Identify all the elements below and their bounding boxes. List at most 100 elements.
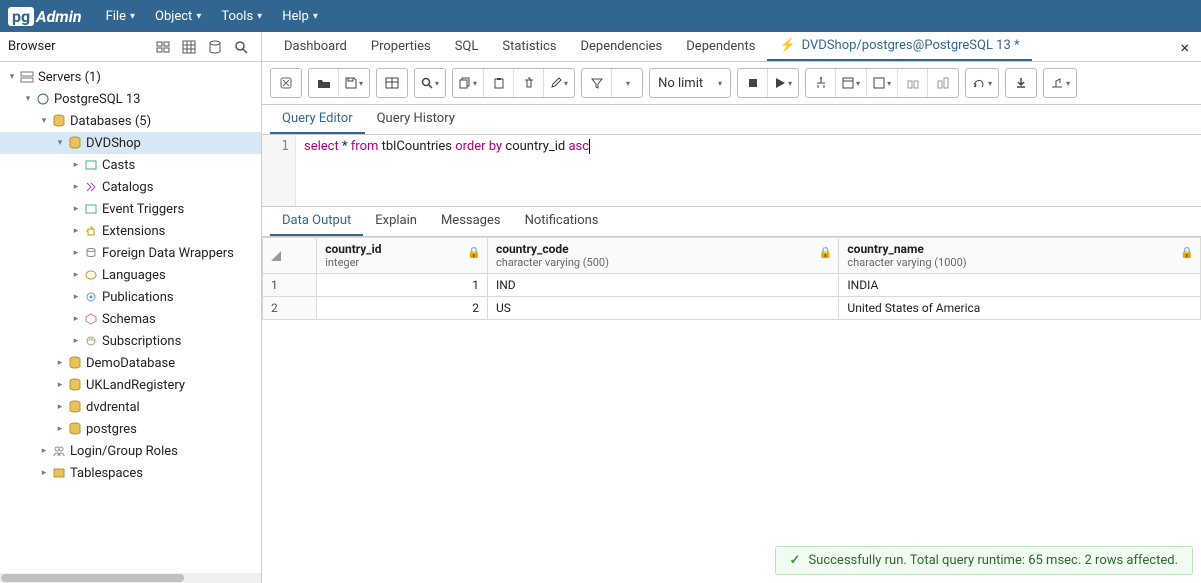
main-tabs: Dashboard Properties SQL Statistics Depe… xyxy=(262,32,1201,62)
tab-dashboard[interactable]: Dashboard xyxy=(272,32,359,61)
database-icon xyxy=(66,356,84,370)
tab-close[interactable]: × xyxy=(1168,32,1201,61)
btn-open[interactable] xyxy=(309,69,339,97)
main-panel: Dashboard Properties SQL Statistics Depe… xyxy=(262,32,1201,583)
tree-publications[interactable]: ▸Publications xyxy=(0,286,261,308)
browser-tool-search[interactable] xyxy=(229,36,253,58)
tree-loginroles[interactable]: ▸Login/Group Roles xyxy=(0,440,261,462)
btn-find[interactable] xyxy=(415,69,445,97)
tab-query-editor[interactable]: Query Editor xyxy=(270,105,365,134)
database-icon xyxy=(66,136,84,150)
check-icon: ✓ xyxy=(790,553,801,568)
tree-subscriptions[interactable]: ▸Subscriptions xyxy=(0,330,261,352)
roles-icon xyxy=(50,445,68,457)
menu-tools[interactable]: Tools xyxy=(221,9,262,24)
tab-data-output[interactable]: Data Output xyxy=(270,207,363,236)
tree-servers[interactable]: ▾Servers (1) xyxy=(0,66,261,88)
btn-explain[interactable] xyxy=(806,69,836,97)
btn-delete[interactable] xyxy=(514,69,544,97)
menu-help[interactable]: Help xyxy=(282,9,318,24)
tab-query-history[interactable]: Query History xyxy=(365,105,467,134)
sidebar-scrollbar[interactable] xyxy=(0,573,261,583)
col-header-country-name[interactable]: country_namecharacter varying (1000)🔒 xyxy=(839,238,1201,274)
lock-icon: 🔒 xyxy=(819,246,833,259)
btn-clear[interactable] xyxy=(1044,69,1076,97)
tree-catalogs[interactable]: ▸Catalogs xyxy=(0,176,261,198)
btn-filter[interactable] xyxy=(582,69,612,97)
btn-cancel[interactable] xyxy=(271,69,301,97)
tree-casts[interactable]: ▸Casts xyxy=(0,154,261,176)
editor-code[interactable]: select * from tblCountries order by coun… xyxy=(296,135,1201,206)
tab-properties[interactable]: Properties xyxy=(359,32,443,61)
btn-download[interactable] xyxy=(1006,69,1036,97)
btn-rollback[interactable] xyxy=(898,69,928,97)
sql-editor[interactable]: 1 select * from tblCountries order by co… xyxy=(262,135,1201,207)
tree-fdw[interactable]: ▸Foreign Data Wrappers xyxy=(0,242,261,264)
elephant-icon xyxy=(34,92,52,106)
catalogs-icon xyxy=(82,181,100,193)
event-triggers-icon xyxy=(82,203,100,215)
tablespaces-icon xyxy=(50,467,68,479)
database-icon xyxy=(66,422,84,436)
tree-extensions[interactable]: ▸Extensions xyxy=(0,220,261,242)
browser-tool-db[interactable] xyxy=(203,36,227,58)
tree-databases[interactable]: ▾Databases (5) xyxy=(0,110,261,132)
table-row[interactable]: 1 1 IND INDIA xyxy=(263,274,1201,297)
tree-dvdrental[interactable]: ▸dvdrental xyxy=(0,396,261,418)
status-text: Successfully run. Total query runtime: 6… xyxy=(808,553,1178,568)
btn-stop[interactable] xyxy=(738,69,768,97)
menu-object[interactable]: Object xyxy=(155,9,201,24)
servers-icon xyxy=(18,71,36,83)
subscriptions-icon xyxy=(82,335,100,347)
tree-postgres[interactable]: ▸postgres xyxy=(0,418,261,440)
btn-filter-opts[interactable] xyxy=(612,69,642,97)
casts-icon xyxy=(82,159,100,171)
btn-execute[interactable] xyxy=(768,69,798,97)
database-icon xyxy=(66,400,84,414)
tree-eventtriggers[interactable]: ▸Event Triggers xyxy=(0,198,261,220)
btn-save[interactable] xyxy=(339,69,369,97)
btn-commit[interactable] xyxy=(867,69,898,97)
output-tabs: Data Output Explain Messages Notificatio… xyxy=(262,207,1201,237)
table-row[interactable]: 2 2 US United States of America xyxy=(263,297,1201,320)
btn-edit-grid[interactable] xyxy=(377,69,407,97)
browser-tool-params[interactable] xyxy=(151,36,175,58)
tree-languages[interactable]: ▸Languages xyxy=(0,264,261,286)
tab-dependents[interactable]: Dependents xyxy=(674,32,767,61)
btn-macro[interactable] xyxy=(928,69,958,97)
btn-limit[interactable]: No limit xyxy=(650,69,730,97)
btn-edit[interactable] xyxy=(544,69,574,97)
btn-copy[interactable] xyxy=(453,69,484,97)
col-header-country-id[interactable]: country_idinteger🔒 xyxy=(317,238,488,274)
menu-file[interactable]: File xyxy=(106,9,135,24)
browser-tool-grid[interactable] xyxy=(177,36,201,58)
lock-icon: 🔒 xyxy=(1180,246,1194,259)
lock-icon: 🔒 xyxy=(467,246,481,259)
row-header-corner[interactable] xyxy=(263,238,317,274)
database-icon xyxy=(66,378,84,392)
tree-schemas[interactable]: ▸Schemas xyxy=(0,308,261,330)
btn-paste[interactable] xyxy=(484,69,514,97)
tab-explain-output[interactable]: Explain xyxy=(363,207,429,236)
tree-tablespaces[interactable]: ▸Tablespaces xyxy=(0,462,261,484)
editor-tabs: Query Editor Query History xyxy=(262,105,1201,135)
result-grid: country_idinteger🔒 country_codecharacter… xyxy=(262,237,1201,320)
tree-pg13[interactable]: ▾PostgreSQL 13 xyxy=(0,88,261,110)
tree-demo[interactable]: ▸DemoDatabase xyxy=(0,352,261,374)
browser-title: Browser xyxy=(8,39,56,54)
btn-explain-analyze[interactable] xyxy=(836,69,867,97)
tree-dvdshop[interactable]: ▾DVDShop xyxy=(0,132,261,154)
tab-messages[interactable]: Messages xyxy=(429,207,513,236)
browser-header: Browser xyxy=(0,32,261,62)
col-header-country-code[interactable]: country_codecharacter varying (500)🔒 xyxy=(487,238,838,274)
database-icon xyxy=(50,114,68,128)
publications-icon xyxy=(82,291,100,303)
tab-notifications[interactable]: Notifications xyxy=(513,207,611,236)
tab-querytool[interactable]: ⚡ DVDShop/postgres@PostgreSQL 13 * xyxy=(767,32,1031,61)
btn-autocommit[interactable] xyxy=(966,69,998,97)
tab-statistics[interactable]: Statistics xyxy=(490,32,568,61)
query-toolbar: No limit xyxy=(262,62,1201,105)
tab-dependencies[interactable]: Dependencies xyxy=(568,32,674,61)
tree-ukland[interactable]: ▸UKLandRegistery xyxy=(0,374,261,396)
tab-sql[interactable]: SQL xyxy=(443,32,491,61)
